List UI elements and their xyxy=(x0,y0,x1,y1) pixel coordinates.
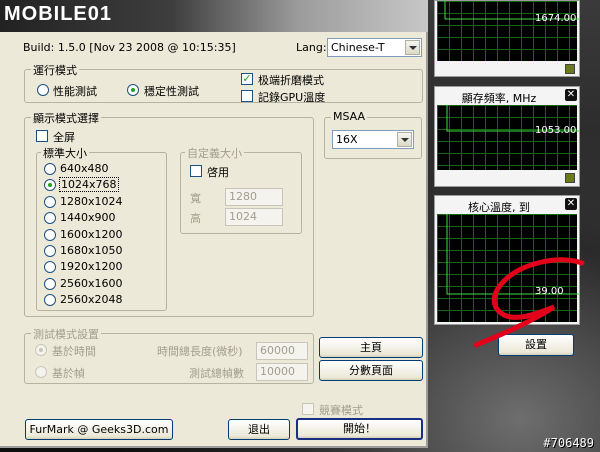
banner: MOBILE01 xyxy=(0,0,428,32)
perf-test-label: 性能測試 xyxy=(53,85,97,98)
frame-count-field[interactable]: 10000 xyxy=(256,363,308,381)
resolution-label: 1440x900 xyxy=(60,211,116,225)
stability-test-label: 穩定性測試 xyxy=(144,85,199,98)
competition-mode-checkbox[interactable] xyxy=(302,403,314,415)
log-gpu-temp-label: 記錄GPU溫度 xyxy=(258,91,326,104)
monitor-title-3: 核心溫度, 到 xyxy=(468,201,530,214)
height-label: 高 xyxy=(190,212,201,225)
resolution-radio[interactable] xyxy=(44,163,56,175)
resolution-label: 1024x768 xyxy=(59,177,119,193)
standard-size-title: 標準大小 xyxy=(41,145,89,161)
resolution-radio[interactable] xyxy=(44,195,56,208)
fullscreen-checkbox[interactable] xyxy=(36,130,48,142)
monitor-graph-2: 1053.00 xyxy=(437,105,579,170)
lang-select[interactable]: Chinese-T xyxy=(327,38,422,57)
resolution-label: 1920x1200 xyxy=(60,260,123,274)
logo: MOBILE01 xyxy=(4,3,113,25)
monitor-value-1: 1674.00 xyxy=(535,13,577,24)
log-gpu-temp-checkbox[interactable] xyxy=(241,90,253,102)
watermark: #706489 xyxy=(543,436,594,450)
graph-line-1 xyxy=(444,1,579,20)
monitor-panel-2: 顯存頻率, MHz ✕ 1053.00 xyxy=(434,86,580,187)
monitor-panel-1: 1674.00 xyxy=(434,0,580,77)
perf-test-radio[interactable] xyxy=(37,84,49,96)
scores-button[interactable]: 分數頁面 xyxy=(319,360,423,381)
width-field[interactable]: 1280 xyxy=(225,188,283,206)
red-annotation-stroke xyxy=(473,257,585,348)
exit-button[interactable]: 退出 xyxy=(228,419,290,440)
monitor-title-2: 顯存頻率, MHz xyxy=(461,92,537,105)
time-length-label: 時間總長度(微秒) xyxy=(157,345,243,358)
by-frames-radio[interactable] xyxy=(35,366,47,378)
chevron-down-icon xyxy=(397,132,412,147)
monitor-graph-1: 1674.00 xyxy=(437,1,579,61)
msaa-title: MSAA xyxy=(331,110,368,123)
lang-label: Lang: xyxy=(296,41,327,54)
home-button[interactable]: 主頁 xyxy=(319,337,423,358)
time-length-field[interactable]: 60000 xyxy=(256,342,308,360)
msaa-select[interactable]: 16X xyxy=(332,130,414,149)
graph-line-2 xyxy=(446,105,579,132)
height-field[interactable]: 1024 xyxy=(225,208,283,226)
test-settings-title: 測試模式設置 xyxy=(31,326,101,342)
resolution-radio[interactable] xyxy=(44,228,56,241)
close-icon[interactable]: ✕ xyxy=(565,89,577,101)
extreme-mode-checkbox[interactable]: ✓ xyxy=(241,73,253,85)
furmark-dialog: MOBILE01 Build: 1.5.0 [Nov 23 2008 @ 10:… xyxy=(0,0,428,448)
by-frames-label: 基於幀 xyxy=(52,367,85,380)
resolution-radio[interactable] xyxy=(44,277,56,290)
monitor-value-2: 1053.00 xyxy=(535,125,577,136)
resolution-label: 1280x1024 xyxy=(60,194,123,208)
display-mode-title: 顯示模式選擇 xyxy=(31,110,101,126)
build-info: Build: 1.5.0 [Nov 23 2008 @ 10:15:35] xyxy=(23,41,236,54)
extreme-mode-label: 极端折磨模式 xyxy=(258,74,324,87)
competition-mode-label: 競賽模式 xyxy=(319,404,363,417)
by-time-label: 基於時間 xyxy=(52,345,96,358)
resolution-label: 2560x1600 xyxy=(60,276,123,290)
resolution-label: 1680x1050 xyxy=(60,244,123,257)
width-label: 寬 xyxy=(190,192,201,205)
start-button[interactable]: 開始！ xyxy=(296,418,423,440)
close-icon[interactable]: ✕ xyxy=(565,198,577,210)
fullscreen-label: 全屏 xyxy=(53,131,75,144)
frame-count-label: 測試總幀數 xyxy=(189,367,244,380)
furmark-link-button[interactable]: FurMark @ Geeks3D.com xyxy=(25,419,173,440)
custom-size-title: 自定義大小 xyxy=(185,145,244,161)
resolution-radio[interactable] xyxy=(44,245,56,257)
panel-config-icon[interactable] xyxy=(565,64,575,74)
chevron-down-icon xyxy=(405,40,420,55)
run-mode-title: 運行模式 xyxy=(31,62,79,78)
custom-enable-label: 啓用 xyxy=(207,166,229,179)
custom-enable-checkbox[interactable] xyxy=(190,165,202,177)
by-time-radio[interactable] xyxy=(35,344,47,356)
stability-test-radio[interactable] xyxy=(127,84,139,96)
panel-config-icon[interactable] xyxy=(565,173,575,183)
resolution-label: 640x480 xyxy=(60,162,109,175)
resolution-label: 2560x2048 xyxy=(60,293,123,307)
resolution-label: 1600x1200 xyxy=(60,227,123,241)
